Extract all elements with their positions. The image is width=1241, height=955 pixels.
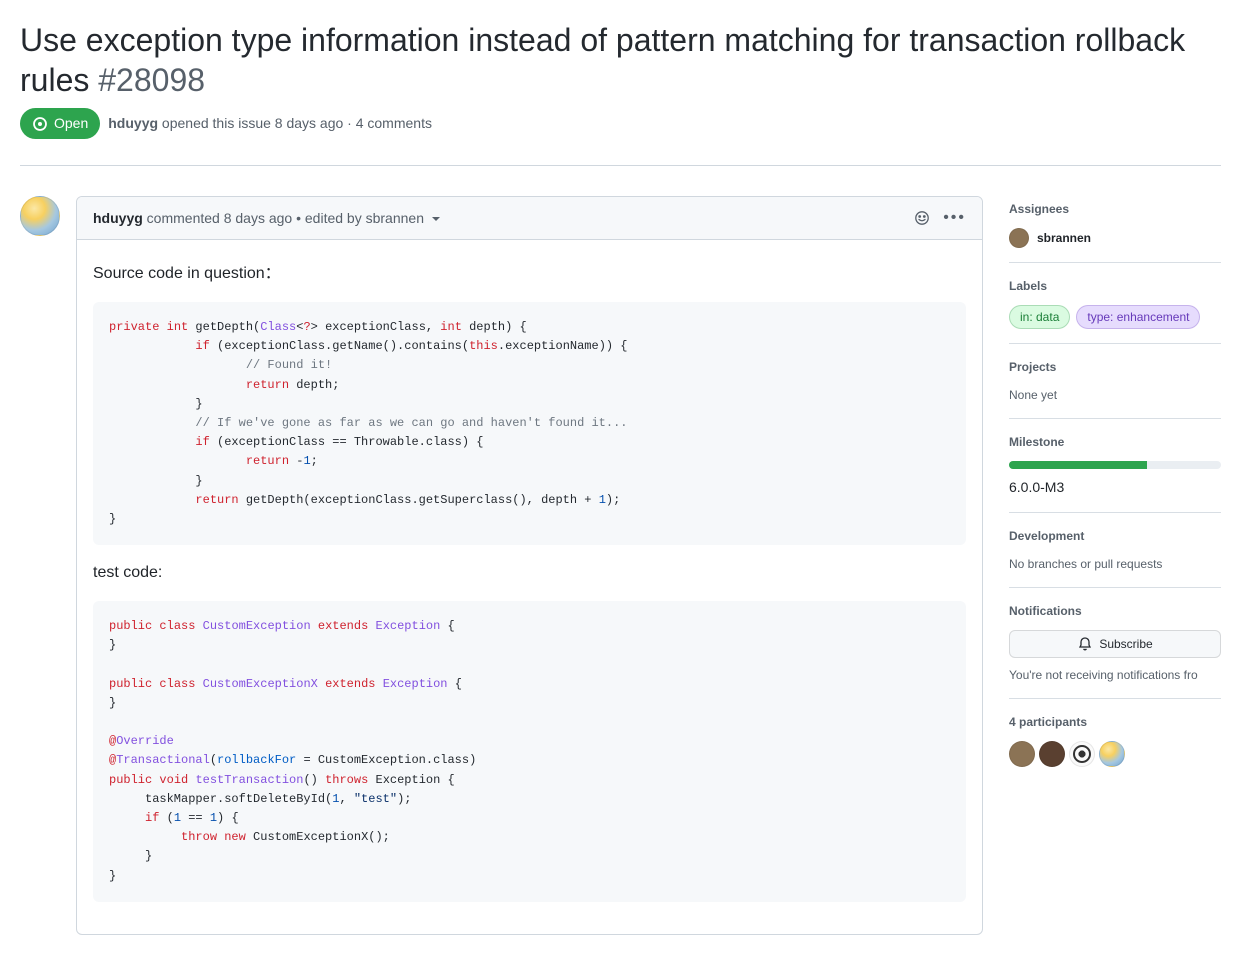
participant-avatar-1[interactable] (1009, 741, 1035, 767)
sidebar: Assignees sbrannen Labels in: data type:… (1009, 196, 1221, 935)
emoji-reaction-icon[interactable] (909, 205, 935, 231)
issue-number: #28098 (98, 62, 205, 98)
milestone-progress (1009, 461, 1221, 469)
issue-title: Use exception type information instead o… (20, 20, 1221, 100)
comment-header-left: hduyyg commented 8 days ago • edited by … (93, 208, 440, 229)
comment-timestamp: commented 8 days ago (147, 210, 293, 226)
notifications-title: Notifications (1009, 602, 1221, 620)
assignee-avatar (1009, 228, 1029, 248)
comment-body: Source code in question： private int get… (77, 240, 982, 934)
milestone-name[interactable]: 6.0.0-M3 (1009, 477, 1221, 498)
subscribe-label: Subscribe (1099, 637, 1152, 651)
state-open-badge: Open (20, 108, 100, 139)
issue-author[interactable]: hduyyg (108, 115, 158, 131)
participants-section: 4 participants (1009, 699, 1221, 781)
participant-avatar-3[interactable] (1069, 741, 1095, 767)
issue-meta-opened: opened this issue 8 days ago · 4 comment… (162, 115, 432, 131)
comment-edited[interactable]: • edited by sbrannen (296, 210, 424, 226)
milestone-section[interactable]: Milestone 6.0.0-M3 (1009, 419, 1221, 513)
assignee-item[interactable]: sbrannen (1009, 228, 1221, 248)
bell-icon (1077, 636, 1093, 652)
participants-title: 4 participants (1009, 713, 1221, 731)
assignees-section[interactable]: Assignees sbrannen (1009, 196, 1221, 263)
code-block-2: public class CustomException extends Exc… (93, 601, 966, 902)
comment-header: hduyyg commented 8 days ago • edited by … (77, 197, 982, 240)
kebab-menu-icon[interactable]: ••• (943, 206, 966, 230)
code-block-1: private int getDepth(Class<?> exceptionC… (93, 302, 966, 545)
header-divider (20, 165, 1221, 166)
body-intro: Source code in question： (93, 262, 966, 286)
assignee-name: sbrannen (1037, 229, 1091, 247)
notifications-text: You're not receiving notifications fro (1009, 666, 1221, 684)
participant-avatar-2[interactable] (1039, 741, 1065, 767)
labels-section[interactable]: Labels in: data type: enhancement (1009, 263, 1221, 344)
milestone-title: Milestone (1009, 433, 1221, 451)
edited-dropdown-caret[interactable] (432, 217, 440, 221)
issue-meta-text: hduyyg opened this issue 8 days ago · 4 … (108, 113, 432, 134)
author-avatar[interactable] (20, 196, 60, 236)
assignees-title: Assignees (1009, 200, 1221, 218)
participant-avatar-4[interactable] (1099, 741, 1125, 767)
body-mid: test code: (93, 561, 966, 585)
comment-box: hduyyg commented 8 days ago • edited by … (76, 196, 983, 935)
projects-title: Projects (1009, 358, 1221, 376)
issue-meta-row: Open hduyyg opened this issue 8 days ago… (20, 108, 1221, 149)
notifications-section: Notifications Subscribe You're not recei… (1009, 588, 1221, 699)
development-section[interactable]: Development No branches or pull requests (1009, 513, 1221, 588)
state-label: Open (54, 113, 88, 134)
projects-text: None yet (1009, 386, 1221, 404)
development-title: Development (1009, 527, 1221, 545)
subscribe-button[interactable]: Subscribe (1009, 630, 1221, 658)
label-in-data[interactable]: in: data (1009, 305, 1070, 329)
label-type-enhancement[interactable]: type: enhancement (1076, 305, 1200, 329)
comment-author[interactable]: hduyyg (93, 210, 143, 226)
development-text: No branches or pull requests (1009, 555, 1221, 573)
projects-section[interactable]: Projects None yet (1009, 344, 1221, 419)
labels-title: Labels (1009, 277, 1221, 295)
issue-open-icon (32, 116, 48, 132)
